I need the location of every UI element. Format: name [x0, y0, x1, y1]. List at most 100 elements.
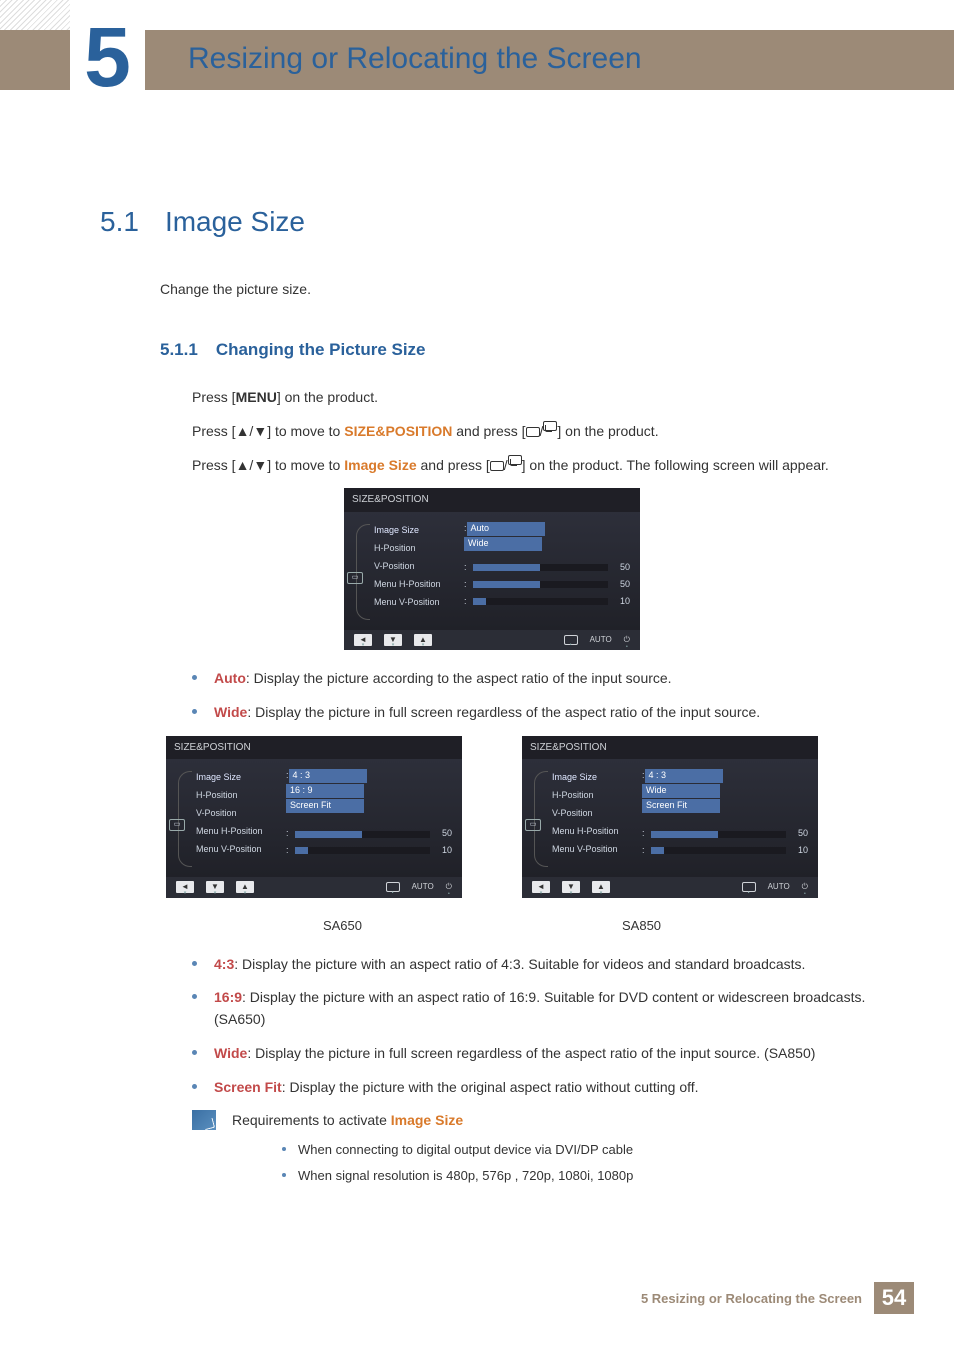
subsection-title: Changing the Picture Size — [216, 337, 426, 363]
slider-value: 50 — [792, 827, 808, 841]
list-item: Wide: Display the picture in full screen… — [192, 1043, 884, 1065]
osd-menu-item: V-Position — [552, 805, 636, 823]
left-button-icon: ◄▾ — [354, 634, 372, 646]
auto-button-label: AUTO — [768, 881, 790, 893]
aspect-icon: ▭ — [525, 819, 541, 831]
caption-left: SA650 — [323, 916, 362, 936]
term-image-size: Image Size — [344, 457, 416, 473]
osd-screenshot-a: SIZE&POSITION ▭ Image Size H-Position V-… — [100, 488, 884, 650]
osd-panel: SIZE&POSITION ▭ Image Size H-Position V-… — [522, 736, 818, 898]
list-item: 4:3: Display the picture with an aspect … — [192, 954, 884, 976]
osd-footer: ◄▾ ▼▾ ▲▾ • AUTO ⏻• — [522, 877, 818, 897]
section-title: Image Size — [165, 200, 305, 243]
list-item: When connecting to digital output device… — [282, 1140, 633, 1160]
step-1: Press [MENU] on the product. — [192, 387, 884, 409]
osd-footer: ◄▾ ▼▾ ▲▾ • AUTO ⏻• — [344, 630, 640, 650]
list-item: Wide: Display the picture in full screen… — [192, 702, 884, 724]
list-item: Auto: Display the picture according to t… — [192, 668, 884, 690]
note-box: Requirements to activate Image Size When… — [192, 1110, 884, 1192]
updown-arrows-icon: ▲/▼ — [236, 421, 268, 443]
list-item: 16:9: Display the picture with an aspect… — [192, 987, 884, 1030]
note-icon — [192, 1110, 216, 1130]
option-list-2: 4:3: Display the picture with an aspect … — [192, 954, 884, 1098]
osd-title: SIZE&POSITION — [166, 736, 462, 760]
page-footer: 5 Resizing or Relocating the Screen 54 — [0, 1282, 954, 1338]
option-list-1: Auto: Display the picture according to t… — [192, 668, 884, 723]
osd-screenshot-pair: SIZE&POSITION ▭ Image Size H-Position V-… — [100, 736, 884, 898]
note-items: When connecting to digital output device… — [282, 1140, 633, 1186]
osd-option: Wide — [642, 784, 720, 798]
page-header: 5 Resizing or Relocating the Screen — [0, 0, 954, 110]
auto-button-label: AUTO — [590, 634, 612, 646]
enter-icon — [543, 421, 557, 431]
osd-footer: ◄▾ ▼▾ ▲▾ • AUTO ⏻• — [166, 877, 462, 897]
osd-option: 4 : 3 — [645, 769, 723, 783]
osd-menu-item: Menu H-Position — [552, 823, 636, 841]
subsection-number: 5.1.1 — [160, 337, 198, 363]
osd-menu-item: Menu V-Position — [374, 594, 458, 612]
osd-option: Screen Fit — [286, 799, 364, 813]
slider-value: 10 — [614, 595, 630, 609]
enter-icon — [508, 455, 522, 465]
section-number: 5.1 — [100, 200, 139, 243]
enter-button-icon: • — [742, 882, 756, 892]
note-lead: Requirements to activate Image Size — [232, 1110, 633, 1132]
updown-arrows-icon: ▲/▼ — [236, 455, 268, 477]
down-button-icon: ▼▾ — [206, 881, 224, 893]
section-intro: Change the picture size. — [160, 279, 884, 301]
caption-row: SA650 SA850 — [100, 916, 884, 936]
auto-button-label: AUTO — [412, 881, 434, 893]
slider-value: 50 — [436, 827, 452, 841]
osd-menu-item: Image Size — [552, 769, 636, 787]
chapter-title: Resizing or Relocating the Screen — [188, 42, 642, 76]
osd-title: SIZE&POSITION — [522, 736, 818, 760]
content-area: 5.1 Image Size Change the picture size. … — [0, 110, 954, 1232]
osd-menu-item: V-Position — [374, 558, 458, 576]
osd-option: Screen Fit — [642, 799, 720, 813]
power-button-icon: ⏻• — [446, 881, 452, 893]
osd-option: Auto — [467, 522, 545, 536]
down-button-icon: ▼▾ — [384, 634, 402, 646]
subsection-heading: 5.1.1 Changing the Picture Size — [160, 337, 884, 363]
page-number: 54 — [874, 1282, 914, 1314]
page: 5 Resizing or Relocating the Screen 5.1 … — [0, 0, 954, 1338]
osd-option: 16 : 9 — [286, 784, 364, 798]
osd-menu-item: Menu H-Position — [374, 576, 458, 594]
chapter-number: 5 — [84, 9, 131, 106]
osd-title: SIZE&POSITION — [344, 488, 640, 512]
osd-menu-item: H-Position — [374, 540, 458, 558]
step-3: Press [▲/▼] to move to Image Size and pr… — [192, 455, 884, 477]
slider-value: 10 — [436, 844, 452, 858]
left-button-icon: ◄▾ — [532, 881, 550, 893]
aspect-icon: ▭ — [169, 819, 185, 831]
slider-value: 50 — [614, 578, 630, 592]
osd-menu-item: Menu H-Position — [196, 823, 280, 841]
osd-menu-item: Menu V-Position — [196, 841, 280, 859]
hatch-decoration — [0, 0, 70, 30]
osd-menu-item: Image Size — [374, 522, 458, 540]
left-button-icon: ◄▾ — [176, 881, 194, 893]
step-2: Press [▲/▼] to move to SIZE&POSITION and… — [192, 421, 884, 443]
osd-menu-item: H-Position — [552, 787, 636, 805]
caption-right: SA850 — [622, 916, 661, 936]
slider-value: 50 — [614, 561, 630, 575]
instruction-steps: Press [MENU] on the product. Press [▲/▼]… — [192, 387, 884, 476]
osd-menu-item: V-Position — [196, 805, 280, 823]
osd-menu-item: H-Position — [196, 787, 280, 805]
source-icon — [490, 461, 504, 471]
section-heading: 5.1 Image Size — [100, 200, 884, 243]
list-item: Screen Fit: Display the picture with the… — [192, 1077, 884, 1099]
menu-key: MENU — [236, 389, 277, 405]
osd-panel: SIZE&POSITION ▭ Image Size H-Position V-… — [344, 488, 640, 650]
up-button-icon: ▲▾ — [236, 881, 254, 893]
source-icon — [526, 427, 540, 437]
power-button-icon: ⏻• — [624, 634, 630, 646]
term-size-position: SIZE&POSITION — [344, 423, 452, 439]
down-button-icon: ▼▾ — [562, 881, 580, 893]
osd-menu-item: Image Size — [196, 769, 280, 787]
up-button-icon: ▲▾ — [414, 634, 432, 646]
slider-value: 10 — [792, 844, 808, 858]
enter-button-icon: • — [386, 882, 400, 892]
footer-text: 5 Resizing or Relocating the Screen — [641, 1291, 862, 1306]
chapter-number-box: 5 — [70, 6, 145, 108]
